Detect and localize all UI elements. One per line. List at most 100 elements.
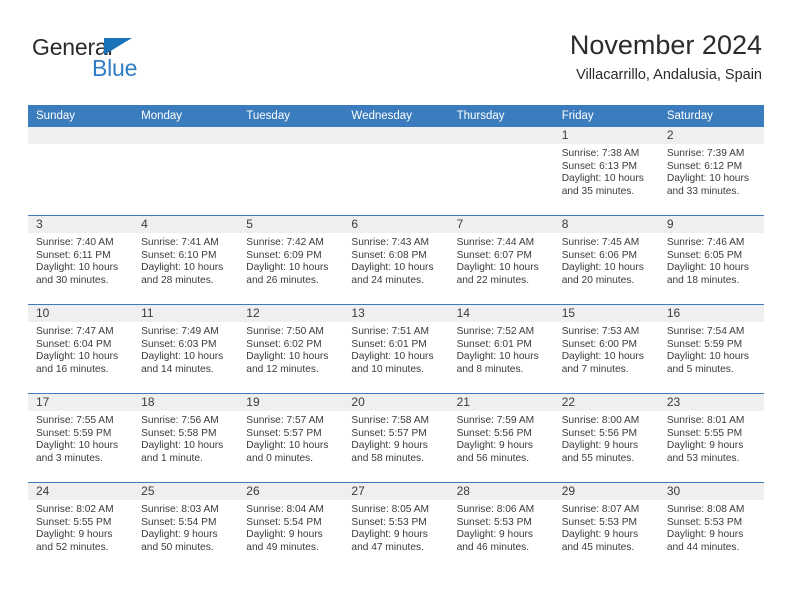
sunset-text: Sunset: 5:58 PM bbox=[141, 427, 217, 439]
sunrise-text: Sunrise: 7:38 AM bbox=[561, 148, 640, 159]
day-sun-info: Sunrise: 7:51 AM Sunset: 6:01 PM Daylight:… bbox=[343, 322, 448, 376]
calendar-day-cell[interactable]: 18 Sunrise: 7:56 AM Sunset: 5:58 PM Dayligh… bbox=[133, 394, 239, 482]
sunrise-text: Sunrise: 7:45 AM bbox=[561, 237, 640, 248]
daylight-text: Daylight: 9 hours and 46 minutes. bbox=[456, 529, 534, 553]
sunrise-text: Sunrise: 7:44 AM bbox=[456, 237, 535, 248]
sunset-text: Sunset: 5:56 PM bbox=[456, 427, 532, 439]
calendar-grid: Sunday Monday Tuesday Wednesday Thursday… bbox=[28, 105, 764, 571]
sunset-text: Sunset: 6:03 PM bbox=[141, 338, 217, 350]
daylight-text: Daylight: 10 hours and 7 minutes. bbox=[561, 351, 644, 375]
page-subtitle: Villacarrillo, Andalusia, Spain bbox=[576, 67, 762, 83]
sunset-text: Sunset: 6:00 PM bbox=[561, 338, 638, 350]
sunset-text: Sunset: 5:53 PM bbox=[351, 516, 427, 528]
day-sun-info: Sunrise: 7:49 AM Sunset: 6:03 PM Daylight:… bbox=[133, 322, 238, 376]
calendar-day-cell[interactable]: 25 Sunrise: 8:03 AM Sunset: 5:54 PM Dayligh… bbox=[133, 483, 239, 571]
sunrise-text: Sunrise: 8:02 AM bbox=[36, 504, 114, 515]
sunrise-text: Sunrise: 7:43 AM bbox=[351, 237, 430, 248]
day-number: 28 bbox=[448, 483, 554, 500]
day-number bbox=[238, 127, 344, 144]
day-sun-info: Sunrise: 8:00 AM Sunset: 5:56 PM Daylight:… bbox=[554, 411, 659, 465]
sunrise-text: Sunrise: 7:49 AM bbox=[141, 326, 219, 337]
calendar-day-cell[interactable]: 11 Sunrise: 7:49 AM Sunset: 6:03 PM Dayligh… bbox=[133, 305, 239, 393]
daylight-text: Daylight: 9 hours and 53 minutes. bbox=[666, 440, 744, 464]
day-number bbox=[343, 127, 449, 144]
sunset-text: Sunset: 6:11 PM bbox=[36, 249, 111, 261]
sunrise-text: Sunrise: 7:39 AM bbox=[666, 148, 745, 159]
sunrise-text: Sunrise: 8:01 AM bbox=[666, 415, 745, 426]
calendar-day-cell[interactable]: 24 Sunrise: 8:02 AM Sunset: 5:55 PM Dayligh… bbox=[28, 483, 134, 571]
calendar-day-cell[interactable]: 4 Sunrise: 7:41 AM Sunset: 6:10 PM Daylight… bbox=[133, 216, 239, 304]
day-number: 19 bbox=[238, 394, 344, 411]
sunset-text: Sunset: 5:53 PM bbox=[561, 516, 638, 528]
day-number: 23 bbox=[658, 394, 764, 411]
calendar-day-cell[interactable]: 26 Sunrise: 8:04 AM Sunset: 5:54 PM Dayligh… bbox=[238, 483, 344, 571]
daylight-text: Daylight: 10 hours and 1 minute. bbox=[141, 440, 224, 464]
calendar-day-cell[interactable]: 13 Sunrise: 7:51 AM Sunset: 6:01 PM Dayligh… bbox=[343, 305, 449, 393]
daylight-text: Daylight: 10 hours and 20 minutes. bbox=[561, 262, 644, 286]
sunset-text: Sunset: 6:02 PM bbox=[246, 338, 322, 350]
daylight-text: Daylight: 9 hours and 47 minutes. bbox=[351, 529, 428, 553]
sunset-text: Sunset: 6:06 PM bbox=[561, 249, 638, 261]
sunrise-text: Sunrise: 7:47 AM bbox=[36, 326, 114, 337]
calendar-day-cell[interactable]: 16 Sunrise: 7:54 AM Sunset: 5:59 PM Dayligh… bbox=[658, 305, 764, 393]
day-number: 27 bbox=[343, 483, 449, 500]
calendar-day-cell[interactable]: 7 Sunrise: 7:44 AM Sunset: 6:07 PM Daylight… bbox=[448, 216, 554, 304]
day-number: 2 bbox=[658, 127, 764, 144]
sunrise-text: Sunrise: 7:40 AM bbox=[36, 237, 114, 248]
day-sun-info: Sunrise: 8:02 AM Sunset: 5:55 PM Daylight:… bbox=[28, 500, 133, 554]
calendar-week-row: 24 Sunrise: 8:02 AM Sunset: 5:55 PM Dayligh… bbox=[28, 482, 764, 571]
generalblue-logo[interactable]: General Blue bbox=[32, 34, 232, 90]
page-title: November 2024 bbox=[569, 30, 762, 60]
day-sun-info: Sunrise: 8:07 AM Sunset: 5:53 PM Daylight:… bbox=[554, 500, 659, 554]
calendar-day-cell[interactable]: 19 Sunrise: 7:57 AM Sunset: 5:57 PM Dayligh… bbox=[238, 394, 344, 482]
daylight-text: Daylight: 10 hours and 3 minutes. bbox=[36, 440, 119, 464]
calendar-day-cell[interactable]: 2 Sunrise: 7:39 AM Sunset: 6:12 PM Daylight… bbox=[658, 127, 764, 215]
calendar-day-cell[interactable]: 23 Sunrise: 8:01 AM Sunset: 5:55 PM Dayligh… bbox=[658, 394, 764, 482]
daylight-text: Daylight: 10 hours and 14 minutes. bbox=[141, 351, 224, 375]
day-sun-info: Sunrise: 8:01 AM Sunset: 5:55 PM Daylight:… bbox=[659, 411, 764, 465]
day-number: 25 bbox=[133, 483, 239, 500]
calendar-day-cell[interactable]: 6 Sunrise: 7:43 AM Sunset: 6:08 PM Daylight… bbox=[343, 216, 449, 304]
calendar-weeks: 1 Sunrise: 7:38 AM Sunset: 6:13 PM Daylight… bbox=[28, 127, 764, 571]
calendar-day-cell[interactable]: 3 Sunrise: 7:40 AM Sunset: 6:11 PM Daylight… bbox=[28, 216, 134, 304]
calendar-week-row: 17 Sunrise: 7:55 AM Sunset: 5:59 PM Dayligh… bbox=[28, 393, 764, 482]
weekday-header-friday: Friday bbox=[561, 110, 594, 122]
calendar-day-cell[interactable]: 5 Sunrise: 7:42 AM Sunset: 6:09 PM Daylight… bbox=[238, 216, 344, 304]
calendar-day-cell[interactable]: 30 Sunrise: 8:08 AM Sunset: 5:53 PM Dayligh… bbox=[658, 483, 764, 571]
calendar-day-cell[interactable]: 10 Sunrise: 7:47 AM Sunset: 6:04 PM Dayligh… bbox=[28, 305, 134, 393]
daylight-text: Daylight: 10 hours and 22 minutes. bbox=[456, 262, 539, 286]
daylight-text: Daylight: 9 hours and 44 minutes. bbox=[666, 529, 744, 553]
day-number: 26 bbox=[238, 483, 344, 500]
calendar-day-cell[interactable]: 22 Sunrise: 8:00 AM Sunset: 5:56 PM Dayligh… bbox=[553, 394, 659, 482]
calendar-day-cell[interactable]: 28 Sunrise: 8:06 AM Sunset: 5:53 PM Dayligh… bbox=[448, 483, 554, 571]
day-sun-info: Sunrise: 7:59 AM Sunset: 5:56 PM Daylight:… bbox=[449, 411, 554, 465]
calendar-day-cell[interactable]: 12 Sunrise: 7:50 AM Sunset: 6:02 PM Dayligh… bbox=[238, 305, 344, 393]
day-number: 14 bbox=[448, 305, 554, 322]
calendar-day-cell[interactable]: 20 Sunrise: 7:58 AM Sunset: 5:57 PM Dayligh… bbox=[343, 394, 449, 482]
logo-text-blue: Blue bbox=[92, 55, 138, 81]
calendar-day-cell[interactable]: 21 Sunrise: 7:59 AM Sunset: 5:56 PM Dayligh… bbox=[448, 394, 554, 482]
sunrise-text: Sunrise: 8:07 AM bbox=[561, 504, 640, 515]
calendar-day-cell[interactable]: 29 Sunrise: 8:07 AM Sunset: 5:53 PM Dayligh… bbox=[553, 483, 659, 571]
calendar-day-cell[interactable]: 9 Sunrise: 7:46 AM Sunset: 6:05 PM Daylight… bbox=[658, 216, 764, 304]
calendar-day-cell[interactable]: 15 Sunrise: 7:53 AM Sunset: 6:00 PM Dayligh… bbox=[553, 305, 659, 393]
calendar-day-cell[interactable]: 27 Sunrise: 8:05 AM Sunset: 5:53 PM Dayligh… bbox=[343, 483, 449, 571]
daylight-text: Daylight: 10 hours and 33 minutes. bbox=[666, 173, 749, 197]
sunrise-text: Sunrise: 7:46 AM bbox=[666, 237, 745, 248]
daylight-text: Daylight: 9 hours and 55 minutes. bbox=[561, 440, 639, 464]
sunrise-text: Sunrise: 8:06 AM bbox=[456, 504, 535, 515]
day-sun-info: Sunrise: 7:44 AM Sunset: 6:07 PM Daylight:… bbox=[449, 233, 554, 287]
sunset-text: Sunset: 5:55 PM bbox=[666, 427, 743, 439]
day-number: 4 bbox=[133, 216, 239, 233]
calendar-day-cell[interactable]: 17 Sunrise: 7:55 AM Sunset: 5:59 PM Dayligh… bbox=[28, 394, 134, 482]
calendar-day-cell[interactable]: 14 Sunrise: 7:52 AM Sunset: 6:01 PM Dayligh… bbox=[448, 305, 554, 393]
day-sun-info: Sunrise: 7:56 AM Sunset: 5:58 PM Daylight:… bbox=[133, 411, 238, 465]
daylight-text: Daylight: 10 hours and 18 minutes. bbox=[666, 262, 749, 286]
calendar-day-cell[interactable]: 8 Sunrise: 7:45 AM Sunset: 6:06 PM Daylight… bbox=[553, 216, 659, 304]
day-sun-info: Sunrise: 8:05 AM Sunset: 5:53 PM Daylight:… bbox=[343, 500, 448, 554]
calendar-day-cell[interactable]: 1 Sunrise: 7:38 AM Sunset: 6:13 PM Daylight… bbox=[553, 127, 659, 215]
day-number: 11 bbox=[133, 305, 239, 322]
day-sun-info: Sunrise: 7:50 AM Sunset: 6:02 PM Daylight:… bbox=[238, 322, 343, 376]
day-sun-info: Sunrise: 7:41 AM Sunset: 6:10 PM Daylight:… bbox=[133, 233, 238, 287]
daylight-text: Daylight: 9 hours and 50 minutes. bbox=[141, 529, 218, 553]
